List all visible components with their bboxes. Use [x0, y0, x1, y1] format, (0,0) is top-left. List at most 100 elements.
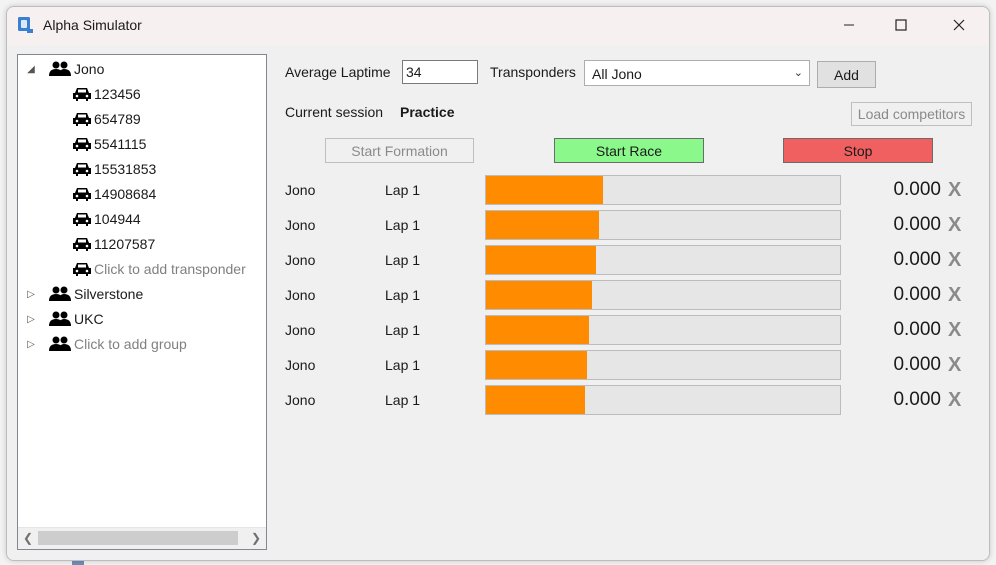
tree-transponder-item[interactable]: 5541115: [72, 133, 146, 155]
avg-laptime-label: Average Laptime: [285, 64, 391, 80]
minimize-icon: [843, 18, 855, 34]
competitor-tree[interactable]: ◢ Jono 123456 654789 5541115 15531853 14…: [17, 54, 267, 550]
competitor-name: Jono: [285, 182, 316, 198]
start-race-button[interactable]: Start Race: [554, 138, 704, 163]
competitor-name: Jono: [285, 287, 316, 303]
load-competitors-button[interactable]: Load competitors: [851, 102, 972, 126]
competitor-name: Jono: [285, 217, 316, 233]
transponder-label: 15531853: [94, 161, 157, 177]
competitor-name: Jono: [285, 392, 316, 408]
lap-progress-bar: [485, 280, 841, 310]
remove-competitor-button[interactable]: X: [948, 319, 961, 342]
scrollbar-thumb[interactable]: [38, 531, 238, 545]
tree-horizontal-scrollbar[interactable]: ❮ ❯: [18, 527, 266, 549]
tree-group-label: Jono: [74, 61, 105, 77]
competitor-time: 0.000: [893, 354, 941, 375]
competitor-time: 0.000: [893, 319, 941, 340]
car-icon: [72, 111, 92, 127]
scroll-left-icon[interactable]: ❮: [19, 530, 37, 546]
lap-progress-fill: [486, 281, 593, 309]
tree-group-label: Silverstone: [74, 286, 144, 302]
start-formation-button[interactable]: Start Formation: [325, 138, 474, 163]
competitor-time: 0.000: [893, 179, 941, 200]
competitor-time: 0.000: [893, 249, 941, 270]
people-icon: [48, 286, 72, 302]
scroll-right-icon[interactable]: ❯: [247, 530, 265, 546]
tree-group-jono[interactable]: ◢ Jono: [24, 58, 104, 80]
remove-competitor-button[interactable]: X: [948, 179, 961, 202]
remove-competitor-button[interactable]: X: [948, 214, 961, 237]
title-bar[interactable]: Alpha Simulator: [7, 7, 989, 45]
lap-progress-bar: [485, 315, 841, 345]
car-icon: [72, 86, 92, 102]
client-area: ◢ Jono 123456 654789 5541115 15531853 14…: [7, 45, 989, 560]
people-icon: [48, 61, 72, 77]
lap-progress-fill: [486, 246, 596, 274]
competitor-name: Jono: [285, 357, 316, 373]
car-icon: [72, 161, 92, 177]
remove-competitor-button[interactable]: X: [948, 389, 961, 412]
tree-group-ukc[interactable]: ▷ UKC: [24, 308, 103, 330]
stop-button[interactable]: Stop: [783, 138, 933, 163]
competitor-lap: Lap 1: [385, 217, 421, 233]
lap-progress-bar: [485, 350, 841, 380]
tree-group-silverstone[interactable]: ▷ Silverstone: [24, 283, 143, 305]
close-button[interactable]: [933, 7, 985, 45]
minimize-button[interactable]: [823, 7, 875, 45]
maximize-button[interactable]: [875, 7, 927, 45]
car-icon: [72, 186, 92, 202]
competitor-time: 0.000: [893, 214, 941, 235]
lap-progress-fill: [486, 316, 589, 344]
car-icon: [72, 136, 92, 152]
lap-progress-fill: [486, 351, 587, 379]
car-icon: [72, 261, 92, 277]
car-icon: [72, 236, 92, 252]
transponders-select[interactable]: All Jono ⌄: [584, 60, 810, 86]
competitor-lap: Lap 1: [385, 392, 421, 408]
lap-progress-fill: [486, 211, 600, 239]
current-session-value: Practice: [400, 104, 455, 120]
lap-progress-fill: [486, 386, 586, 414]
tree-transponder-item[interactable]: 11207587: [72, 233, 155, 255]
competitor-lap: Lap 1: [385, 357, 421, 373]
expand-arrow-icon[interactable]: ▷: [24, 314, 38, 325]
expand-arrow-icon[interactable]: ▷: [24, 289, 38, 300]
expand-arrow-icon[interactable]: ▷: [24, 339, 38, 350]
competitor-lap: Lap 1: [385, 252, 421, 268]
tree-transponder-item[interactable]: 123456: [72, 83, 141, 105]
tree-add-transponder[interactable]: Click to add transponder: [72, 258, 246, 280]
close-icon: [953, 18, 965, 34]
competitor-lap: Lap 1: [385, 322, 421, 338]
competitor-name: Jono: [285, 322, 316, 338]
lap-progress-bar: [485, 175, 841, 205]
transponder-label: 654789: [94, 111, 141, 127]
transponder-label: 5541115: [94, 136, 147, 152]
remove-competitor-button[interactable]: X: [948, 284, 961, 307]
people-icon: [48, 336, 72, 352]
add-button[interactable]: Add: [817, 61, 876, 88]
current-session-label: Current session: [285, 104, 384, 120]
maximize-icon: [895, 18, 907, 34]
transponders-selected-value: All Jono: [592, 66, 642, 82]
tree-transponder-item[interactable]: 14908684: [72, 183, 156, 205]
window-title: Alpha Simulator: [43, 17, 142, 33]
tree-transponder-item[interactable]: 15531853: [72, 158, 156, 180]
tree-transponder-item[interactable]: 104944: [72, 208, 141, 230]
car-icon: [72, 211, 92, 227]
competitor-lap: Lap 1: [385, 182, 421, 198]
add-transponder-label: Click to add transponder: [94, 261, 246, 277]
transponder-label: 123456: [94, 86, 141, 102]
remove-competitor-button[interactable]: X: [948, 354, 961, 377]
tree-add-group[interactable]: ▷ Click to add group: [24, 333, 187, 355]
lap-progress-bar: [485, 385, 841, 415]
lap-progress-fill: [486, 176, 603, 204]
collapse-arrow-icon[interactable]: ◢: [24, 64, 38, 75]
remove-competitor-button[interactable]: X: [948, 249, 961, 272]
add-group-label: Click to add group: [74, 336, 187, 352]
chevron-down-icon: ⌄: [793, 67, 803, 79]
competitor-lap: Lap 1: [385, 287, 421, 303]
people-icon: [48, 311, 72, 327]
avg-laptime-input[interactable]: 34: [402, 60, 478, 84]
tree-transponder-item[interactable]: 654789: [72, 108, 141, 130]
transponder-label: 104944: [94, 211, 141, 227]
